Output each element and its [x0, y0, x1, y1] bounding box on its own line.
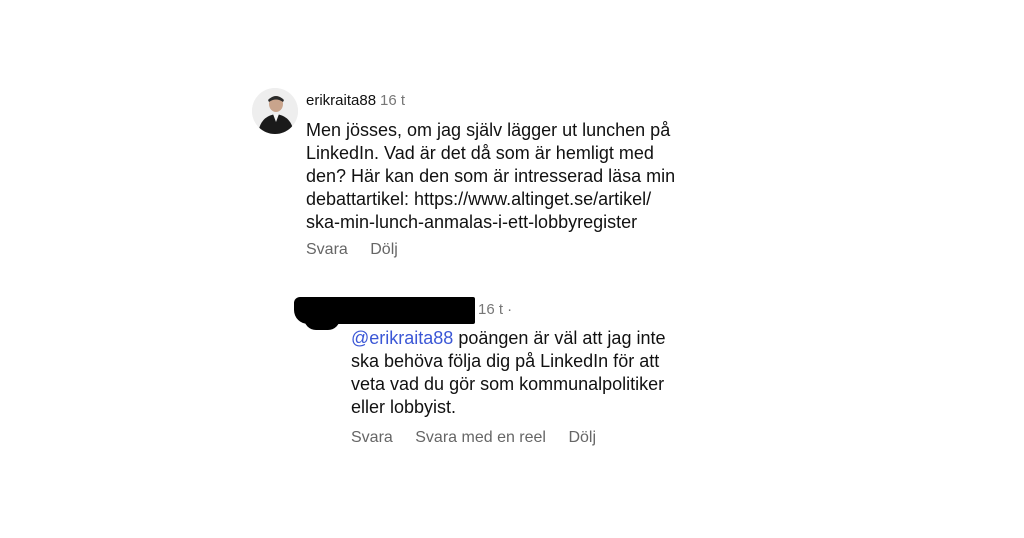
reply-with-reel-button[interactable]: Svara med en reel — [415, 429, 546, 446]
comment-line: LinkedIn. Vad är det då som är hemligt m… — [306, 143, 654, 163]
reply-button[interactable]: Svara — [306, 241, 348, 258]
hide-button[interactable]: Dölj — [568, 429, 596, 446]
reply-line: veta vad du gör som kommunalpolitiker — [351, 374, 665, 394]
reply-line: eller lobbyist. — [351, 397, 457, 417]
mention-link[interactable]: @erikraita88 — [351, 328, 453, 348]
comment-link-line[interactable]: ska-min-lunch-anmalas-i-ett-lobbyregiste… — [306, 211, 675, 234]
comment-header: erikraita88 16 t — [306, 92, 405, 109]
reply-button[interactable]: Svara — [351, 429, 393, 446]
hide-button[interactable]: Dölj — [370, 241, 398, 258]
reply-text: poängen är väl att jag inte — [453, 328, 666, 348]
reply-line: ska behöva följa dig på LinkedIn för att — [351, 351, 660, 371]
timestamp: 16 t · — [478, 301, 513, 318]
reply-actions: Svara Svara med en reel Dölj — [351, 429, 614, 447]
timestamp: 16 t — [380, 92, 406, 109]
reply-line: @erikraita88 poängen är väl att jag inte — [351, 327, 665, 350]
comment-actions: Svara Dölj — [306, 241, 416, 259]
comment-body: Men jösses, om jag själv lägger ut lunch… — [306, 119, 675, 234]
comment-line: den? Här kan den som är intresserad läsa… — [306, 166, 676, 186]
avatar[interactable] — [252, 88, 298, 134]
comment-link-line[interactable]: debattartikel: https://www.altinget.se/a… — [306, 188, 675, 211]
reply-body: @erikraita88 poängen är väl att jag inte… — [351, 327, 665, 419]
redacted-avatar — [304, 318, 340, 330]
username[interactable]: erikraita88 — [306, 92, 376, 109]
reply-header: 16 t · — [478, 301, 512, 318]
comment-line: Men jösses, om jag själv lägger ut lunch… — [306, 120, 671, 140]
